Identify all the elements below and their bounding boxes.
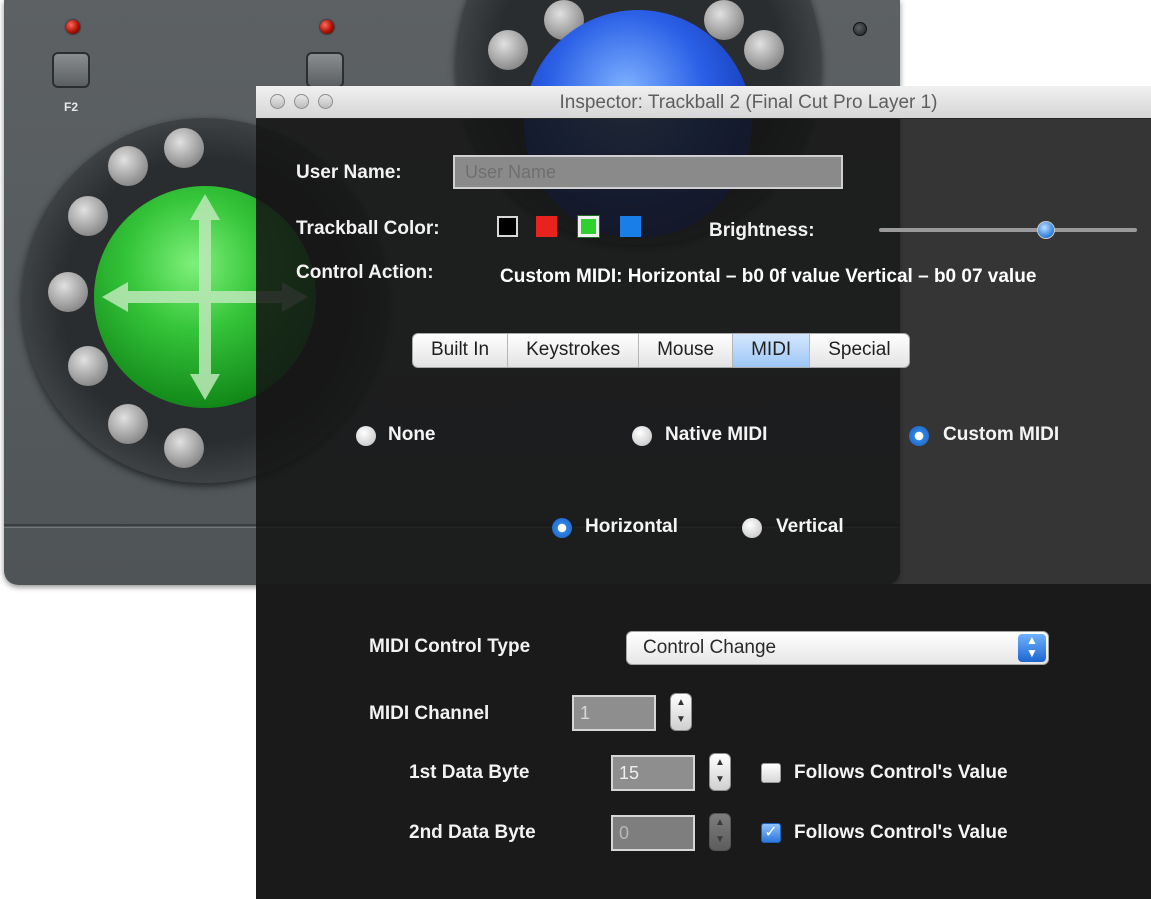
trackball-color-label: Trackball Color: — [296, 218, 440, 239]
tab-midi[interactable]: MIDI — [733, 334, 811, 367]
ring-knob — [488, 30, 528, 70]
ring-knob — [744, 30, 784, 70]
data-byte-2-field[interactable]: 0 — [611, 815, 695, 851]
ring-knob — [108, 146, 148, 186]
brightness-slider-track[interactable] — [879, 228, 1137, 232]
data-byte-2-follows-label: Follows Control's Value — [794, 822, 1008, 843]
brightness-slider-knob[interactable] — [1037, 221, 1055, 239]
ring-knob — [48, 272, 88, 312]
brightness-label: Brightness: — [709, 220, 815, 241]
midi-channel-stepper[interactable]: ▲ ▼ — [670, 693, 692, 731]
ring-knob — [108, 404, 148, 444]
midi-control-type-value: Control Change — [643, 637, 777, 658]
ring-knob — [164, 128, 204, 168]
radio-vertical[interactable] — [742, 518, 762, 538]
hardware-button-label: F2 — [64, 100, 79, 114]
color-swatch-blue[interactable] — [620, 216, 641, 237]
tab-mouse[interactable]: Mouse — [639, 334, 734, 367]
screw-icon — [853, 22, 867, 36]
color-swatch-black[interactable] — [497, 216, 518, 237]
hardware-button-f2[interactable] — [52, 52, 90, 88]
midi-channel-label: MIDI Channel — [369, 703, 490, 724]
ring-knob — [704, 0, 744, 40]
ring-knob — [164, 428, 204, 468]
tab-built-in[interactable]: Built In — [413, 334, 509, 367]
data-byte-2-label: 2nd Data Byte — [409, 822, 536, 843]
radio-none-label: None — [388, 424, 436, 445]
midi-control-type-label: MIDI Control Type — [369, 636, 531, 657]
radio-none[interactable] — [356, 426, 376, 446]
tab-special[interactable]: Special — [810, 334, 908, 367]
control-action-label: Control Action: — [296, 262, 434, 283]
tab-keystrokes[interactable]: Keystrokes — [508, 334, 640, 367]
hardware-button[interactable] — [306, 52, 344, 88]
data-byte-2-follows-checkbox[interactable]: ✓ — [761, 823, 781, 843]
user-name-label: User Name: — [296, 162, 402, 183]
radio-native-midi[interactable] — [632, 426, 652, 446]
action-tabs: Built In Keystrokes Mouse MIDI Special — [412, 333, 910, 368]
led-indicator — [320, 20, 334, 34]
led-indicator — [66, 20, 80, 34]
radio-native-midi-label: Native MIDI — [665, 424, 768, 445]
midi-control-type-select[interactable]: Control Change ▲ ▼ — [626, 631, 1049, 665]
data-byte-1-follows-checkbox[interactable] — [761, 763, 781, 783]
midi-channel-field[interactable]: 1 — [572, 695, 656, 731]
radio-horizontal-label: Horizontal — [585, 516, 678, 537]
data-byte-1-stepper[interactable]: ▲ ▼ — [709, 753, 731, 791]
inspector-window: Inspector: Trackball 2 (Final Cut Pro La… — [256, 86, 1151, 899]
window-titlebar[interactable]: Inspector: Trackball 2 (Final Cut Pro La… — [256, 86, 1151, 119]
window-title: Inspector: Trackball 2 (Final Cut Pro La… — [559, 92, 938, 113]
user-name-input[interactable]: User Name — [453, 155, 843, 189]
color-swatch-green-selected[interactable] — [578, 216, 599, 237]
data-byte-2-stepper[interactable]: ▲ ▼ — [709, 813, 731, 851]
control-action-value: Custom MIDI: Horizontal – b0 0f value Ve… — [500, 266, 1037, 287]
radio-vertical-label: Vertical — [776, 516, 844, 537]
radio-horizontal[interactable] — [552, 518, 572, 538]
data-byte-1-field[interactable]: 15 — [611, 755, 695, 791]
data-byte-1-follows-label: Follows Control's Value — [794, 762, 1008, 783]
data-byte-1-label: 1st Data Byte — [409, 762, 530, 783]
color-swatch-red[interactable] — [536, 216, 557, 237]
updown-arrows-icon: ▲ ▼ — [1018, 634, 1046, 662]
radio-custom-midi[interactable] — [909, 426, 929, 446]
radio-custom-midi-label: Custom MIDI — [943, 424, 1060, 445]
